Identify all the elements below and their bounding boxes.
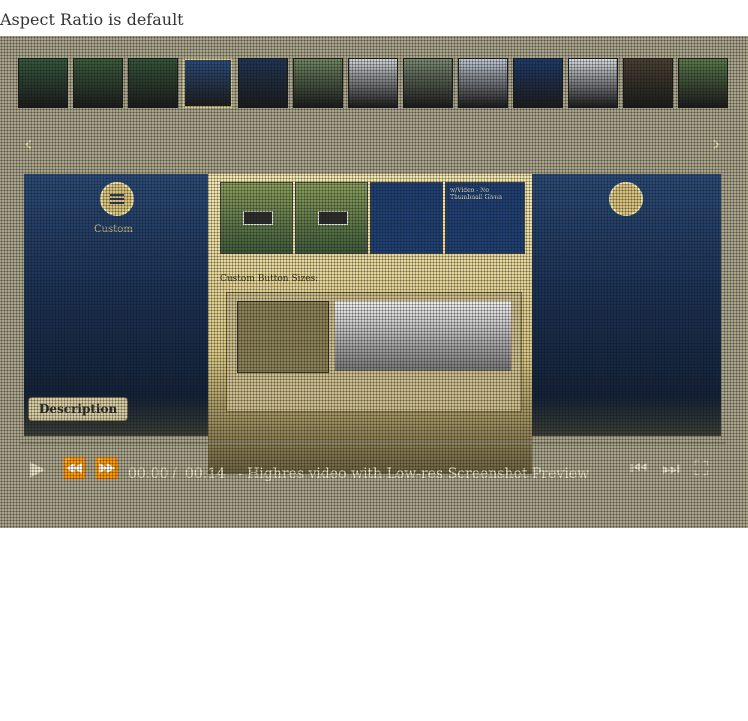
play-icon[interactable]: ▶ bbox=[30, 456, 45, 480]
slide-inner-screenshot: w/Video - No Thumbnail Given Custom Butt… bbox=[208, 174, 532, 474]
previous-track-icon[interactable]: ⏮ bbox=[630, 456, 648, 480]
inner-thumb-3 bbox=[370, 182, 443, 254]
thumb-text-doc[interactable] bbox=[568, 58, 618, 108]
image-gallery: ‹ › Custom w/Video - No Thumbnail Given … bbox=[0, 36, 748, 528]
fullscreen-icon[interactable]: ⛶ bbox=[694, 456, 708, 480]
inner-heading: Custom Button Sizes: bbox=[220, 274, 319, 284]
next-arrow-icon[interactable]: › bbox=[712, 132, 721, 157]
thumb-table[interactable] bbox=[458, 58, 508, 108]
thumb-forest-dialog-1[interactable] bbox=[18, 58, 68, 108]
slide-menu-label: Custom bbox=[94, 224, 133, 235]
inner-thumb-1 bbox=[220, 182, 293, 254]
rewind-icon[interactable]: ⏪ bbox=[62, 456, 87, 480]
inner-thumb-video: w/Video - No Thumbnail Given bbox=[445, 182, 525, 254]
thumb-blue-ui[interactable] bbox=[183, 58, 233, 108]
thumb-mountain[interactable] bbox=[403, 58, 453, 108]
inner-thumb-2 bbox=[295, 182, 368, 254]
thumb-landscape[interactable] bbox=[678, 58, 728, 108]
thumb-forest-dialog-2[interactable] bbox=[73, 58, 123, 108]
thumb-document[interactable] bbox=[348, 58, 398, 108]
thumb-blue-dark[interactable] bbox=[238, 58, 288, 108]
page-heading: Aspect Ratio is default bbox=[0, 10, 184, 29]
time-separator: / bbox=[172, 466, 177, 482]
prev-arrow-icon[interactable]: ‹ bbox=[24, 132, 33, 157]
menu-icon bbox=[100, 182, 134, 216]
thumb-sunset[interactable] bbox=[623, 58, 673, 108]
duration: 00:14 bbox=[185, 466, 226, 482]
thumbnail-strip bbox=[18, 58, 728, 110]
video-title: - Highres video with Low-res Screenshot … bbox=[238, 466, 590, 482]
description-button[interactable]: Description bbox=[28, 397, 129, 421]
video-controls: ▶ ⏪ ⏩ 00:00 / 00:14 - Highres video with… bbox=[0, 456, 748, 496]
thumb-forest-dialog-3[interactable] bbox=[128, 58, 178, 108]
forward-icon[interactable]: ⏩ bbox=[94, 456, 119, 480]
next-track-icon[interactable]: ⏭ bbox=[662, 456, 680, 480]
current-time: 00:00 bbox=[128, 466, 169, 482]
thumb-river[interactable] bbox=[293, 58, 343, 108]
video-progress-bar[interactable] bbox=[20, 442, 726, 444]
inner-video-caption: w/Video - No Thumbnail Given bbox=[450, 187, 502, 201]
thumb-spreadsheet[interactable] bbox=[513, 58, 563, 108]
view-icon bbox=[609, 182, 643, 216]
inner-preview-pane bbox=[226, 292, 522, 412]
